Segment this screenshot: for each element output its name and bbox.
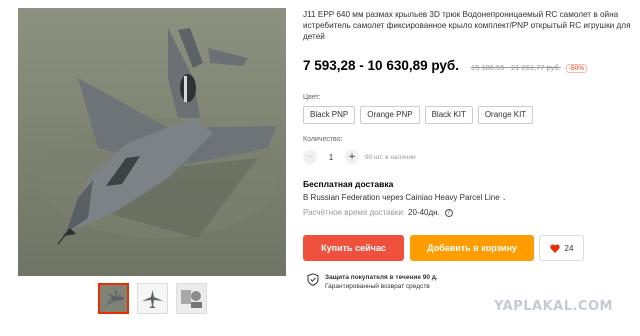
color-label: Цвет:: [303, 94, 321, 101]
protection-title: Защита покупателя в течение 90 д.: [325, 274, 438, 281]
stock-count: 90 шт. в наличии: [365, 153, 416, 161]
buyer-protection: Защита покупателя в течение 90 д. Гарант…: [307, 273, 438, 291]
quantity-value[interactable]: 1: [317, 153, 345, 162]
color-option-black-pnp[interactable]: Black PNP: [303, 106, 356, 124]
color-option-orange-pnp[interactable]: Orange PNP: [360, 106, 420, 124]
delivery-time-label: Расчётное время доставки:: [303, 208, 406, 217]
thumbnail-1[interactable]: [98, 283, 129, 314]
airplane-thumb-icon: [100, 285, 127, 312]
price-row: 7 593,28 - 10 630,89 руб. 15 186,55 - 21…: [303, 58, 587, 73]
color-options: Black PNP Orange PNP Black KIT Orange KI…: [303, 106, 534, 124]
buy-now-button[interactable]: Купить сейчас: [303, 235, 404, 261]
product-title: J11 EPP 640 мм размах крыльев 3D трюк Во…: [303, 10, 631, 41]
thumbnail-strip: [98, 283, 207, 314]
old-price: 15 186,55 - 21 261,77 руб.: [471, 63, 561, 72]
help-icon[interactable]: ?: [444, 208, 453, 217]
chevron-down-icon[interactable]: ⌄: [502, 195, 507, 202]
current-price: 7 593,28 - 10 630,89 руб.: [303, 58, 460, 73]
discount-badge: -50%: [565, 64, 587, 73]
shipping-method[interactable]: В Russian Federation через Cainiao Heavy…: [303, 193, 507, 202]
airplane-top-thumb-icon: [138, 284, 167, 313]
thumbnail-3[interactable]: [176, 283, 207, 314]
parts-thumb-icon: [177, 284, 206, 313]
shield-check-icon: [307, 273, 319, 286]
quantity-increase-button[interactable]: +: [345, 150, 359, 164]
airplane-photo: [18, 8, 286, 276]
shipping-method-text: В Russian Federation через Cainiao Heavy…: [303, 193, 500, 202]
color-option-orange-kit[interactable]: Orange KIT: [477, 106, 534, 124]
heart-icon: [549, 244, 560, 253]
delivery-time: Расчётное время доставки: 20-40дн. ?: [303, 208, 453, 217]
shipping-title: Бесплатная доставка: [303, 179, 394, 189]
wishlist-button[interactable]: 24: [539, 235, 584, 261]
site-watermark: YAPLAKAL.COM: [494, 299, 613, 314]
color-option-black-kit[interactable]: Black KIT: [424, 106, 473, 124]
add-to-cart-button[interactable]: Добавить в корзину: [410, 235, 534, 261]
quantity-stepper: − 1 + 90 шт. в наличии: [303, 150, 416, 164]
quantity-decrease-button[interactable]: −: [303, 150, 317, 164]
delivery-time-value: 20-40дн.: [408, 208, 440, 217]
thumbnail-2[interactable]: [137, 283, 168, 314]
wishlist-count: 24: [564, 243, 574, 253]
quantity-label: Количество:: [303, 136, 343, 143]
product-main-image[interactable]: [18, 8, 286, 276]
protection-subtitle: Гарантированный возврат средств: [325, 283, 430, 290]
